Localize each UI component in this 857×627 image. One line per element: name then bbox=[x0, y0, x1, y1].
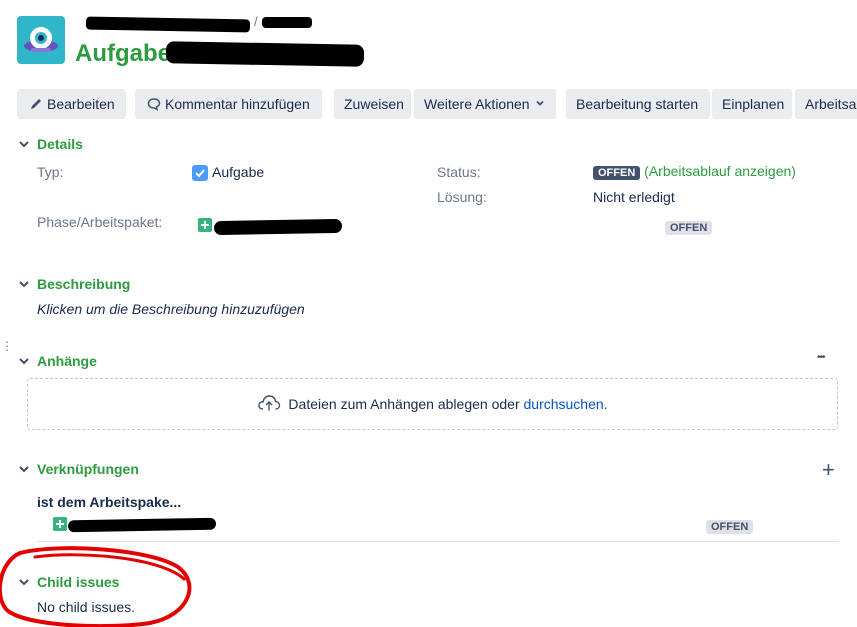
workflow-button[interactable]: Arbeitsablauf bbox=[795, 89, 857, 119]
comment-icon bbox=[147, 97, 161, 111]
type-value: Aufgabe bbox=[212, 164, 265, 180]
linked-issue-status: OFFEN bbox=[706, 520, 754, 534]
divider bbox=[37, 541, 838, 542]
phase-label: Phase/Arbeitspaket: bbox=[37, 214, 163, 230]
redacted-title bbox=[165, 41, 365, 67]
chevron-down-icon bbox=[17, 462, 31, 476]
edit-button[interactable]: Bearbeiten bbox=[17, 89, 126, 119]
start-progress-button[interactable]: Bearbeitung starten bbox=[566, 89, 710, 119]
project-avatar[interactable] bbox=[17, 16, 65, 64]
more-actions-button[interactable]: Weitere Aktionen bbox=[414, 89, 556, 119]
status-lozenge[interactable]: OFFEN bbox=[593, 166, 641, 180]
comment-button-label: Kommentar hinzufügen bbox=[165, 96, 310, 112]
description-placeholder[interactable]: Klicken um die Beschreibung hinzuzufügen bbox=[37, 301, 305, 317]
chevron-down-icon bbox=[17, 137, 31, 151]
schedule-button[interactable]: Einplanen bbox=[712, 89, 792, 119]
workflow-link[interactable]: Arbeitsablauf anzeigen bbox=[649, 163, 791, 179]
subtask-type-icon bbox=[53, 517, 67, 531]
chevron-down-icon bbox=[534, 96, 546, 112]
breadcrumb-separator: / bbox=[254, 14, 258, 29]
type-label: Typ: bbox=[37, 164, 64, 180]
phase-status-lozenge: OFFEN bbox=[665, 221, 713, 235]
description-heading: Beschreibung bbox=[37, 276, 131, 292]
comment-button[interactable]: Kommentar hinzufügen bbox=[135, 89, 322, 119]
workflow-label: Arbeitsablauf bbox=[805, 96, 857, 112]
resolution-value: Nicht erledigt bbox=[593, 189, 675, 205]
start-progress-label: Bearbeitung starten bbox=[576, 96, 699, 112]
checkbox-icon bbox=[192, 165, 208, 184]
subtask-type-icon bbox=[198, 218, 212, 232]
browse-link[interactable]: durchsuchen. bbox=[524, 396, 608, 412]
pencil-icon bbox=[29, 97, 43, 111]
links-section-toggle[interactable]: Verknüpfungen bbox=[17, 461, 139, 477]
details-section-toggle[interactable]: Details bbox=[17, 136, 83, 152]
issue-title[interactable]: Aufgabe bbox=[75, 40, 171, 68]
more-actions-label: Weitere Aktionen bbox=[424, 96, 530, 112]
chevron-down-icon bbox=[17, 354, 31, 368]
assign-button-label: Zuweisen bbox=[344, 96, 404, 112]
links-heading: Verknüpfungen bbox=[37, 461, 139, 477]
status-row: OFFEN (Arbeitsablauf anzeigen) bbox=[593, 163, 796, 180]
cloud-upload-icon bbox=[257, 394, 281, 415]
attachments-section-toggle[interactable]: Anhänge bbox=[17, 353, 97, 369]
attachments-heading: Anhänge bbox=[37, 353, 97, 369]
more-options-icon[interactable]: ••• bbox=[817, 352, 825, 363]
attachment-dropzone[interactable]: Dateien zum Anhängen ablegen oder durchs… bbox=[27, 378, 838, 430]
schedule-label: Einplanen bbox=[722, 96, 785, 112]
description-section-toggle[interactable]: Beschreibung bbox=[17, 276, 130, 292]
redacted-linked-issue bbox=[67, 517, 217, 533]
link-relation-label: ist dem Arbeitspake... bbox=[37, 494, 182, 510]
details-heading: Details bbox=[37, 136, 83, 152]
dropzone-text: Dateien zum Anhängen ablegen oder bbox=[288, 396, 520, 412]
redacted-phase-link bbox=[213, 218, 343, 236]
add-link-button[interactable]: + bbox=[822, 459, 835, 481]
resolution-label: Lösung: bbox=[437, 189, 487, 205]
chevron-down-icon bbox=[17, 277, 31, 291]
drag-handle-icon[interactable]: ⋮ bbox=[1, 340, 13, 352]
status-label: Status: bbox=[437, 164, 481, 180]
redacted-issue-key bbox=[262, 17, 312, 28]
assign-button[interactable]: Zuweisen bbox=[334, 89, 411, 119]
edit-button-label: Bearbeiten bbox=[47, 96, 115, 112]
red-circle-annotation bbox=[0, 546, 192, 627]
redacted-breadcrumb bbox=[85, 16, 251, 33]
